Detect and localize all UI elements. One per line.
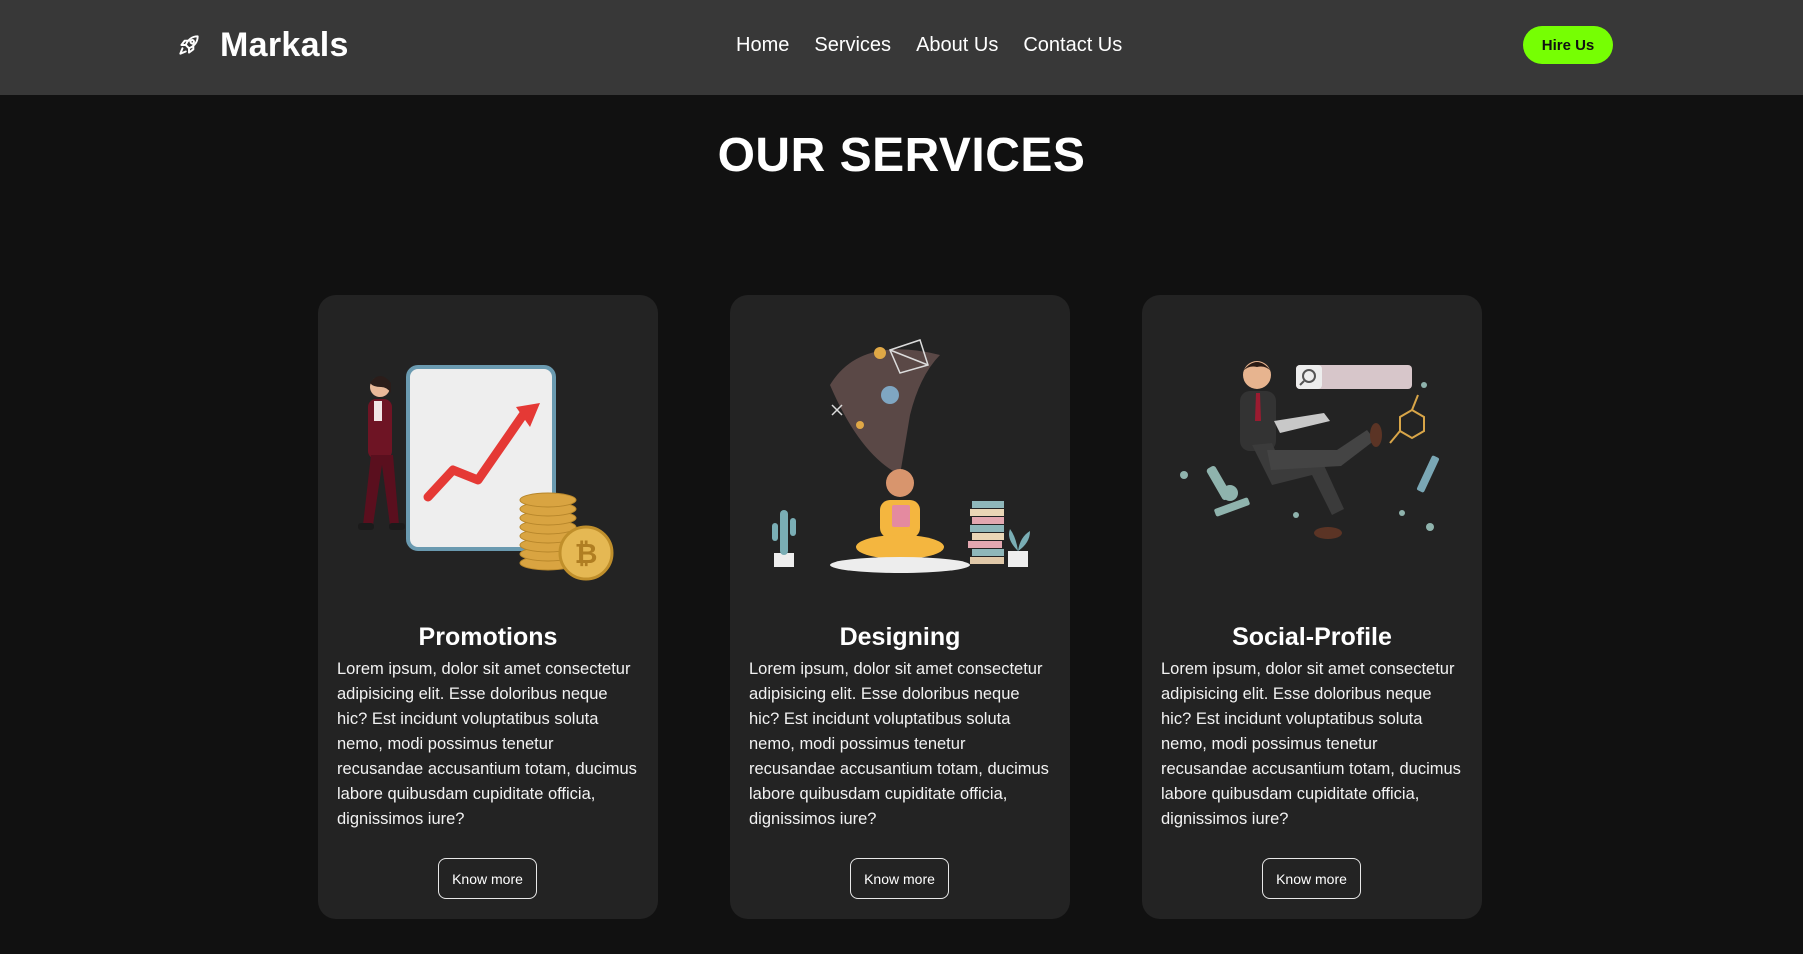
svg-text:₿: ₿ xyxy=(575,537,598,570)
service-card-designing: Designing Lorem ipsum, dolor sit amet co… xyxy=(730,295,1070,919)
book-stack xyxy=(968,501,1004,564)
nav-about-us[interactable]: About Us xyxy=(916,30,998,60)
know-more-button[interactable]: Know more xyxy=(1262,858,1361,899)
hire-us-button[interactable]: Hire Us xyxy=(1523,26,1613,64)
designing-illustration xyxy=(772,339,1030,573)
brand[interactable]: Markals xyxy=(176,22,349,68)
card-description: Lorem ipsum, dolor sit amet consectetur … xyxy=(1161,660,1461,828)
service-card-social-profile: Social-Profile Lorem ipsum, dolor sit am… xyxy=(1142,295,1482,919)
service-card-promotions: ₿ Promotions Lorem ipsum, dolor sit amet… xyxy=(318,295,658,919)
know-more-button[interactable]: Know more xyxy=(850,858,949,899)
brand-name: Markals xyxy=(220,25,349,64)
nav-contact-us[interactable]: Contact Us xyxy=(1023,30,1122,60)
know-more-button[interactable]: Know more xyxy=(438,858,537,899)
card-title: Designing xyxy=(839,623,961,651)
microscope xyxy=(1206,466,1250,517)
nav-home[interactable]: Home xyxy=(736,30,789,60)
promotions-illustration: ₿ xyxy=(358,365,614,581)
card-title: Social-Profile xyxy=(1232,623,1392,651)
card-description: Lorem ipsum, dolor sit amet consectetur … xyxy=(749,660,1049,828)
card-description: Lorem ipsum, dolor sit amet consectetur … xyxy=(337,660,637,828)
businesswoman-figure xyxy=(358,376,405,530)
rocket-icon xyxy=(179,35,199,55)
nav-services[interactable]: Services xyxy=(814,30,891,60)
card-title: Promotions xyxy=(418,623,558,651)
page-title: OUR SERVICES xyxy=(717,129,1086,182)
navbar: Markals Home Services About Us Contact U… xyxy=(0,0,1803,95)
social-profile-illustration xyxy=(1180,361,1439,539)
main-nav: Home Services About Us Contact Us xyxy=(736,30,1122,60)
